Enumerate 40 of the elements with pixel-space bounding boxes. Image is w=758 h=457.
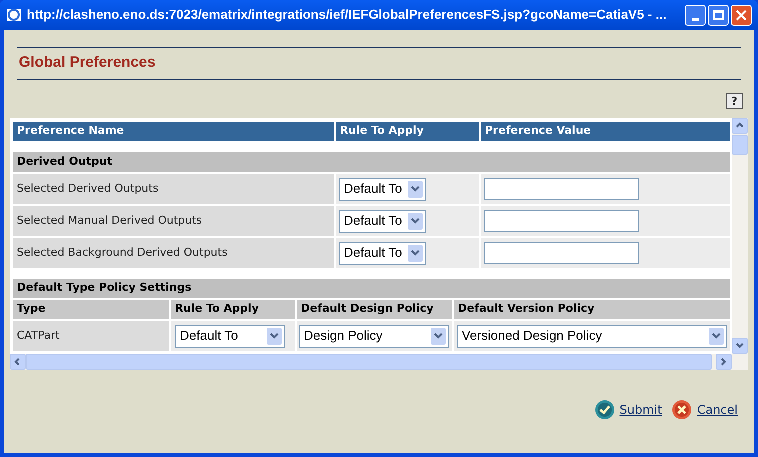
page-title: Global Preferences	[18, 53, 156, 74]
preference-name: Selected Derived Outputs	[13, 174, 334, 204]
window-title: http://clasheno.eno.ds:7023/ematrix/integrations/ief/IEFGlobalPreferencesFS.jsp?gcoName=CatiaV5 - ...	[27, 6, 668, 24]
checkmark-icon	[594, 400, 615, 420]
dropdown[interactable]: Default To	[339, 242, 426, 264]
close-button[interactable]	[731, 4, 752, 26]
column-header: Default Design Policy	[297, 300, 452, 319]
preference-name: Selected Background Derived Outputs	[13, 238, 334, 268]
column-header: Rule To Apply	[171, 300, 295, 319]
dropdown[interactable]: Default To	[339, 178, 426, 200]
vertical-scrollbar[interactable]	[732, 118, 748, 354]
type-name: CATPart	[13, 321, 169, 351]
help-button[interactable]: ?	[726, 93, 743, 109]
dropdown[interactable]: Design Policy	[299, 324, 449, 348]
column-header: Type	[13, 300, 169, 319]
maximize-button[interactable]	[708, 4, 729, 26]
column-header: Preference Name	[13, 122, 334, 141]
column-header: Preference Value	[481, 122, 730, 141]
dropdown[interactable]: Versioned Design Policy	[457, 324, 727, 348]
minimize-button[interactable]	[685, 4, 706, 26]
dropdown[interactable]: Default To	[339, 210, 426, 232]
column-header: Default Version Policy	[454, 300, 730, 319]
browser-icon	[6, 7, 22, 23]
section-header: Derived Output	[13, 152, 730, 172]
input-field[interactable]	[484, 178, 639, 200]
scroll-left-button[interactable]	[10, 354, 26, 370]
input-field[interactable]	[484, 242, 639, 264]
input-field[interactable]	[484, 210, 639, 232]
scroll-thumb[interactable]	[732, 135, 748, 155]
scroll-down-button[interactable]	[732, 338, 748, 354]
cross-icon	[672, 400, 692, 420]
scroll-right-button[interactable]	[716, 354, 732, 370]
submit-link[interactable]: Submit	[620, 401, 662, 419]
preference-name: Selected Manual Derived Outputs	[13, 206, 334, 236]
cancel-link[interactable]: Cancel	[697, 401, 738, 419]
scroll-up-button[interactable]	[732, 118, 748, 134]
column-header: Rule To Apply	[336, 122, 479, 141]
dropdown[interactable]: Default To	[175, 324, 285, 348]
section-header: Default Type Policy Settings	[13, 279, 730, 298]
close-icon	[736, 10, 747, 20]
